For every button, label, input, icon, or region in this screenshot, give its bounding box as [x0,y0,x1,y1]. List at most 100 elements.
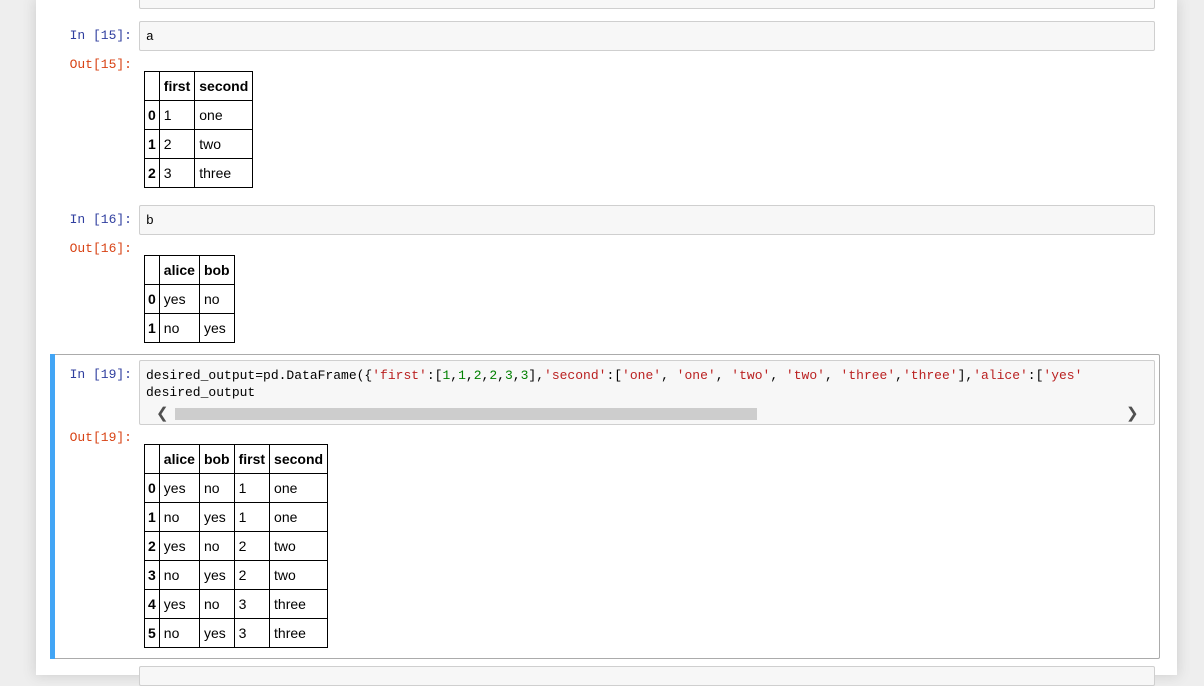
code-token: 'alice' [973,368,1028,383]
out-prompt-15: Out[15]: [69,57,132,72]
code-token: , [715,368,732,383]
table-row: 1 no yes [144,313,235,343]
in-prompt-15: In [15]: [69,28,132,43]
column-header: second [269,444,329,474]
code-token: :[ [426,368,443,383]
table-row: 0 yes no [144,284,235,314]
table-row: 3 no yes 2 two [144,560,329,590]
code-token: 'three' [902,368,958,383]
code-token: ], [528,368,545,383]
code-token: 'two' [785,368,825,383]
table-cell: three [194,158,254,188]
table-row: 2 yes no 2 two [144,531,329,561]
code-input-15[interactable]: a [139,21,1155,51]
code-token: 'first' [372,368,427,383]
chevron-right-icon[interactable]: ❯ [1126,405,1139,423]
row-index: 2 [144,158,160,188]
code-token: 2 [489,368,498,383]
scrollbar-thumb[interactable] [175,408,757,420]
column-header: bob [198,255,235,285]
column-header: first [233,444,271,474]
table-cell: yes [158,284,200,314]
table-cell: yes [198,313,235,343]
chevron-left-icon[interactable]: ❮ [156,405,169,423]
code-token: :[ [1027,368,1044,383]
table-cell: no [198,473,235,503]
row-index: 5 [144,618,160,648]
code-token: , [465,368,474,383]
table-cell: yes [198,502,235,532]
code-token: 1 [458,368,466,383]
table-cell: no [198,589,235,619]
table-cell: no [158,313,200,343]
code-token: 2 [473,368,482,383]
previous-cell-input[interactable] [139,0,1155,9]
in-prompt-19: In [19]: [69,367,132,382]
code-token: , [824,368,841,383]
table-cell: yes [198,618,235,648]
code-token: 'three' [840,368,896,383]
table-header-row: alice bob first second [144,444,329,474]
code-token: desired_output=pd.DataFrame({ [146,368,373,383]
row-index: 2 [144,531,160,561]
row-index: 0 [144,284,160,314]
out-prompt-19: Out[19]: [69,430,132,445]
code-token: , [497,368,505,383]
row-index: 1 [144,129,160,159]
table-cell: 3 [233,589,271,619]
index-header [144,255,160,285]
code-token: ], [957,368,974,383]
code-token: 'one' [676,368,716,383]
table-cell: yes [158,531,200,561]
table-row: 1 no yes 1 one [144,502,329,532]
table-cell: three [269,618,329,648]
table-cell: 2 [158,129,196,159]
table-cell: yes [198,560,235,590]
code-text: b [146,213,154,228]
code-token: , [895,368,903,383]
table-cell: 2 [233,560,271,590]
table-cell: three [269,589,329,619]
table-cell: no [158,502,200,532]
dataframe-output-a: first second 0 1 one 1 2 two 2 3 three [144,71,254,188]
code-token: , [512,368,521,383]
code-token: 'yes' [1043,368,1083,383]
row-index: 3 [144,560,160,590]
next-cell-input[interactable] [139,666,1155,686]
table-cell: no [158,618,200,648]
table-header-row: first second [144,71,254,101]
code-token: , [661,368,677,383]
table-cell: 1 [158,100,196,130]
code-token: 3 [504,368,513,383]
row-index: 1 [144,313,160,343]
horizontal-scrollbar[interactable]: ❮ ❯ [145,405,1153,423]
code-text: a [146,29,154,44]
table-cell: 1 [233,473,271,503]
index-header [144,444,160,474]
table-cell: two [269,531,329,561]
table-row: 0 1 one [144,100,254,130]
table-row: 1 2 two [144,129,254,159]
table-cell: two [194,129,254,159]
table-cell: 1 [233,502,271,532]
row-index: 1 [144,502,160,532]
column-header: alice [158,255,200,285]
table-cell: no [198,284,235,314]
dataframe-output-b: alice bob 0 yes no 1 no yes [144,255,235,343]
code-line-2: desired_output [146,385,256,400]
table-cell: no [198,531,235,561]
dataframe-output-desired: alice bob first second 0 yes no 1 one 1 … [144,444,329,648]
code-input-16[interactable]: b [139,205,1155,235]
table-row: 5 no yes 3 three [144,618,329,648]
code-token: 'second' [544,368,607,383]
code-token: 'two' [731,368,771,383]
table-row: 0 yes no 1 one [144,473,329,503]
table-cell: yes [158,473,200,503]
out-prompt-16: Out[16]: [69,241,132,256]
code-token: , [450,368,459,383]
column-header: alice [158,444,200,474]
row-index: 0 [144,100,160,130]
index-header [144,71,160,101]
column-header: bob [198,444,235,474]
table-cell: one [194,100,254,130]
